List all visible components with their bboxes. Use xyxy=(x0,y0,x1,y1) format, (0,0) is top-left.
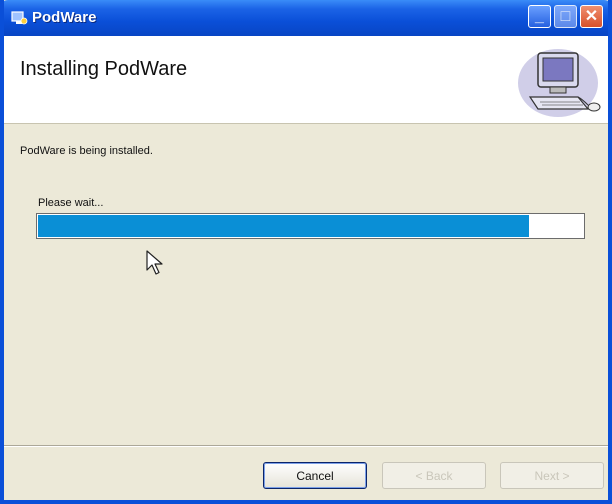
maximize-icon: □ xyxy=(560,8,571,25)
app-icon xyxy=(11,11,28,25)
progress-label: Please wait... xyxy=(38,197,104,209)
status-message: PodWare is being installed. xyxy=(20,145,153,157)
minimize-icon: _ xyxy=(535,8,544,25)
installer-window: PodWare _ □ ✕ Installing PodWare PodWare… xyxy=(0,0,612,504)
mouse-cursor-icon xyxy=(146,250,163,275)
cancel-button[interactable]: Cancel xyxy=(263,462,367,489)
close-button[interactable]: ✕ xyxy=(580,5,603,28)
minimize-button[interactable]: _ xyxy=(528,5,551,28)
page-title: Installing PodWare xyxy=(20,58,188,80)
title-bar[interactable]: PodWare _ □ ✕ xyxy=(4,0,608,36)
close-icon: ✕ xyxy=(584,8,599,25)
computer-icon xyxy=(518,49,601,117)
next-button[interactable]: Next > xyxy=(500,462,604,489)
header-panel: Installing PodWare xyxy=(4,36,608,124)
maximize-button[interactable]: □ xyxy=(554,5,577,28)
footer-divider xyxy=(4,445,608,447)
back-button[interactable]: < Back xyxy=(382,462,486,489)
window-title: PodWare xyxy=(32,9,97,26)
progress-bar xyxy=(36,213,585,239)
progress-fill xyxy=(38,215,529,237)
